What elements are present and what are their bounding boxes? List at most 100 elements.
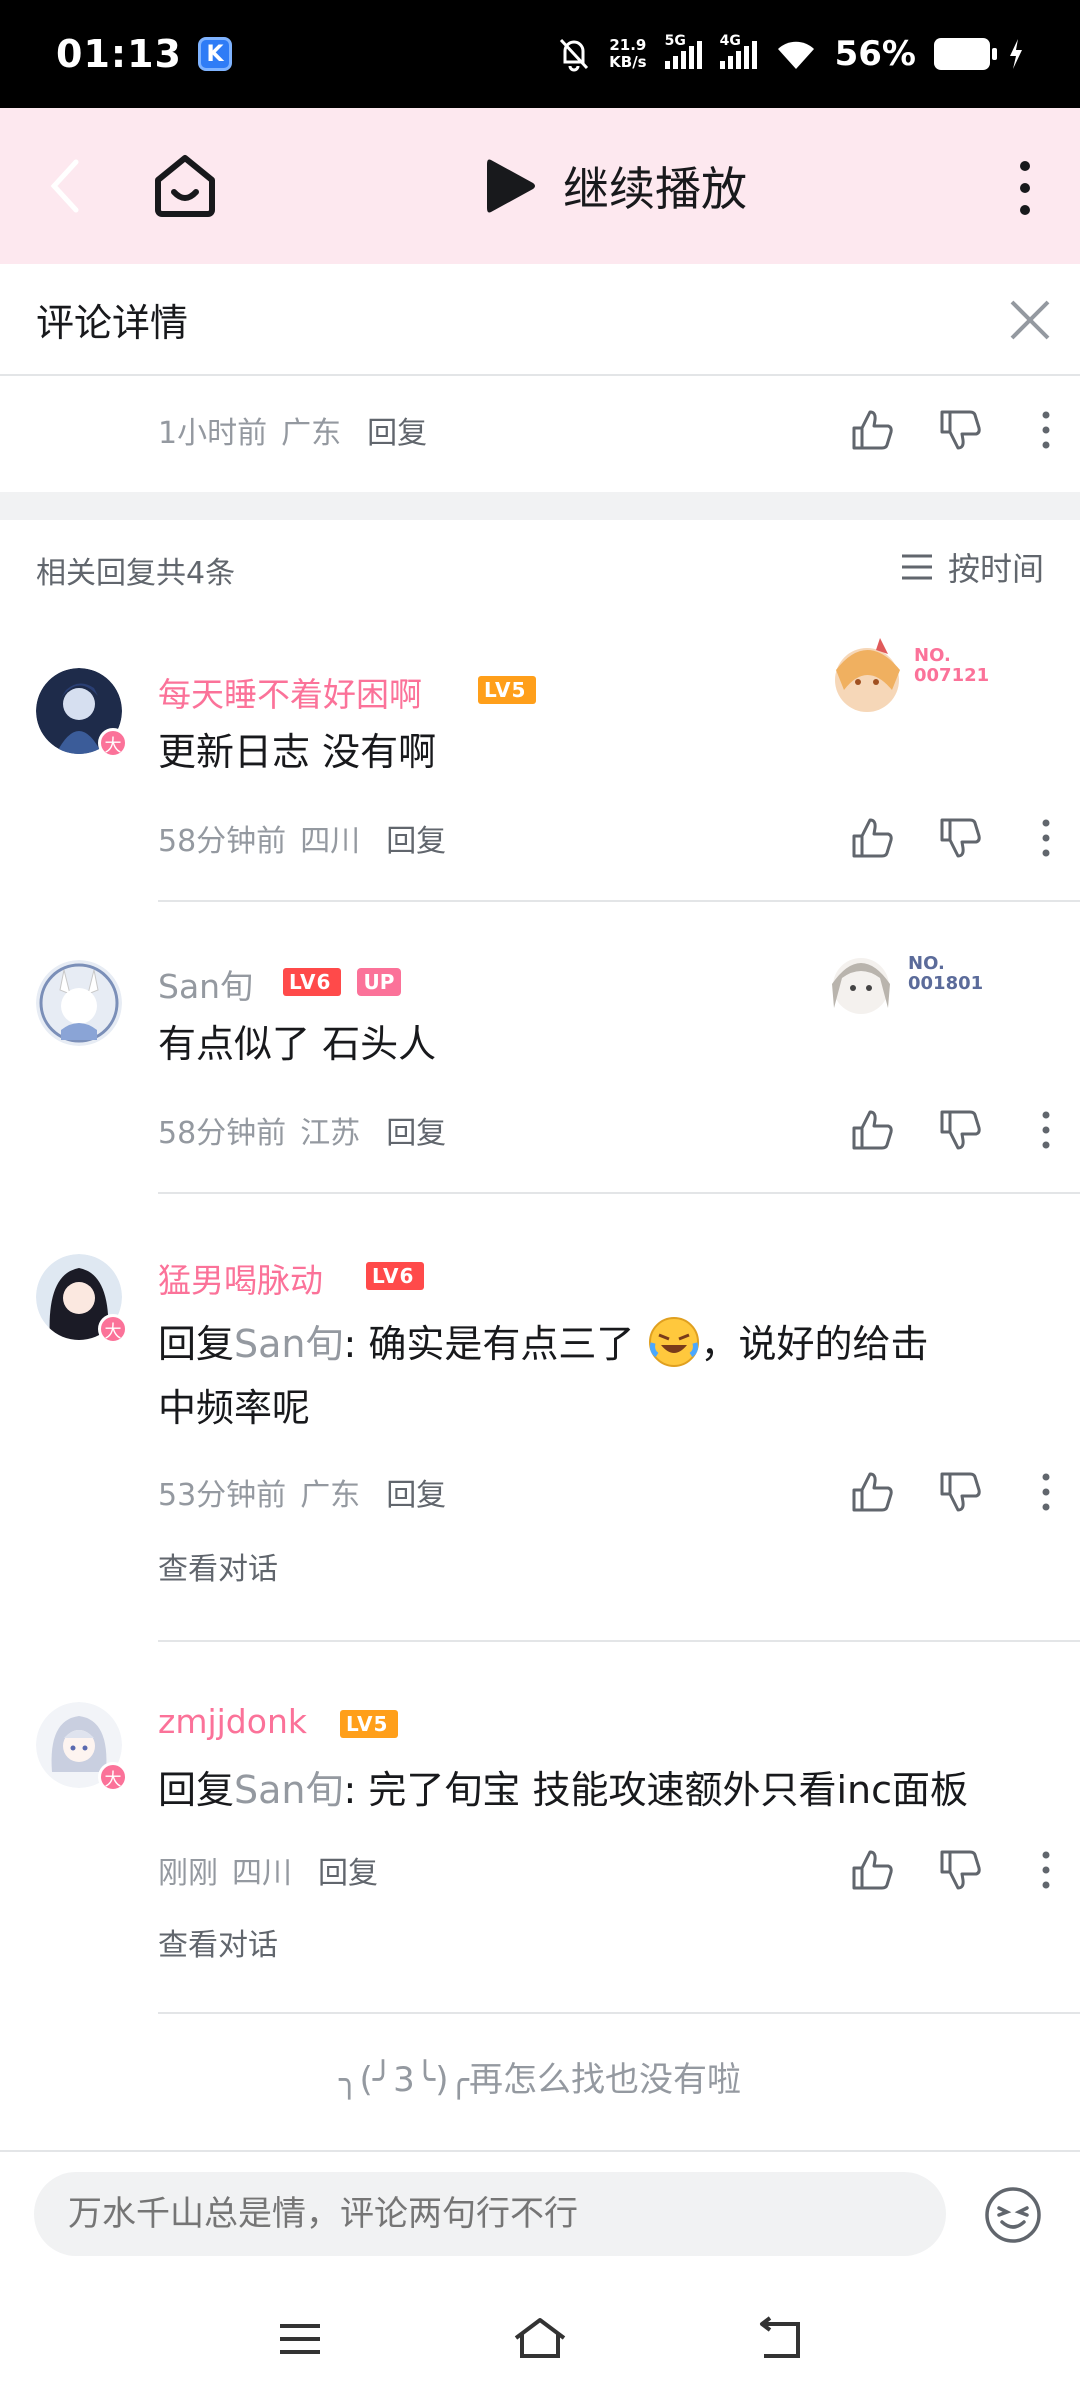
up-badge: UP <box>357 968 401 996</box>
app-notification-icon: K <box>197 37 232 71</box>
status-time: 01:13 <box>56 32 182 76</box>
reply-item: San旬 LV6 UP NO. 001801 有点似了 石头人 58分钟前 江苏… <box>0 952 1080 1194</box>
comment-detail-header: 评论详情 <box>0 264 1080 376</box>
reply-location: 广东 <box>300 1478 361 1513</box>
medal-number-prefix: NO. <box>908 953 945 974</box>
reply-text: 回复San旬: 确实是有点三了 ，说好的给击 中频率呢 <box>158 1312 1048 1440</box>
dislike-icon[interactable] <box>938 1470 982 1514</box>
like-icon[interactable] <box>850 816 894 860</box>
divider <box>158 1192 1080 1194</box>
avatar[interactable] <box>36 960 122 1046</box>
reply-location: 四川 <box>232 1856 292 1891</box>
level-badge: LV6 <box>283 968 341 996</box>
username[interactable]: 每天睡不着好困啊 <box>158 668 422 716</box>
view-conversation-link[interactable]: 查看对话 <box>158 1544 278 1588</box>
like-icon[interactable] <box>850 1470 894 1514</box>
vip-badge: 大 <box>98 1762 128 1792</box>
status-indicators: 21.9 KB/s 5G 4G 56% <box>557 33 1024 74</box>
network-speed-unit: KB/s <box>609 53 647 71</box>
divider <box>158 900 1080 902</box>
play-icon <box>487 159 535 213</box>
reply-button[interactable]: 回复 <box>386 1108 446 1152</box>
medal-number: NO. 007121 <box>914 646 989 686</box>
level-badge: LV5 <box>340 1710 398 1738</box>
parent-actions <box>850 400 1080 460</box>
medal-number-value: 001801 <box>908 973 984 994</box>
reply-text: 回复San旬: 完了旬宝 技能攻速额外只看inc面板 <box>158 1758 1048 1822</box>
username[interactable]: 猛男喝脉动 <box>158 1254 323 1302</box>
reply-text-body: : 完了旬宝 技能攻速额外只看inc面板 <box>343 1768 969 1812</box>
reply-meta: 58分钟前 四川 回复 <box>158 808 446 868</box>
reply-button[interactable]: 回复 <box>386 1470 446 1514</box>
more-options-icon[interactable] <box>1040 1850 1052 1890</box>
dislike-icon[interactable] <box>938 816 982 860</box>
comment-input[interactable] <box>34 2172 946 2256</box>
sim1-label: 5G <box>664 33 686 49</box>
menu-icon[interactable] <box>270 2314 330 2364</box>
level-badge: LV6 <box>366 1262 424 1290</box>
more-options-icon[interactable] <box>1040 410 1052 450</box>
reply-to-user[interactable]: San旬 <box>234 1322 344 1366</box>
parent-reply-button[interactable]: 回复 <box>367 408 427 452</box>
sort-by-time-button[interactable]: 按时间 <box>900 544 1044 590</box>
reply-time: 刚刚 <box>158 1856 218 1891</box>
more-options-icon[interactable] <box>1040 1472 1052 1512</box>
home-nav-icon[interactable] <box>510 2314 570 2364</box>
continue-play-button[interactable]: 继续播放 <box>485 148 747 224</box>
dislike-icon[interactable] <box>938 408 982 452</box>
view-conversation-link[interactable]: 查看对话 <box>158 1920 278 1964</box>
avatar-image <box>36 960 122 1046</box>
reply-prefix: 回复 <box>158 1322 235 1366</box>
avatar[interactable]: 大 <box>36 668 128 758</box>
signal-4g-icon: 4G <box>719 33 757 69</box>
reply-item: 大 猛男喝脉动 LV6 回复San旬: 确实是有点三了 ，说好的给击 中频率呢 … <box>0 1246 1080 1642</box>
like-icon[interactable] <box>850 1848 894 1892</box>
avatar[interactable]: 大 <box>36 1702 128 1792</box>
username[interactable]: zmjjdonk <box>158 1702 307 1741</box>
close-icon[interactable] <box>1004 294 1056 346</box>
back-arrow-icon[interactable] <box>46 158 86 214</box>
reply-location: 四川 <box>300 824 361 859</box>
level-badge: LV5 <box>478 676 536 704</box>
network-speed: 21.9 KB/s <box>609 37 646 71</box>
parent-location: 广东 <box>281 416 342 451</box>
divider <box>158 1640 1080 1642</box>
like-icon[interactable] <box>850 408 894 452</box>
charging-icon <box>1010 39 1022 69</box>
reply-to-user[interactable]: San旬 <box>234 1768 344 1812</box>
dislike-icon[interactable] <box>938 1848 982 1892</box>
replies-count: 相关回复共4条 <box>36 556 236 591</box>
username[interactable]: San旬 <box>158 960 253 1008</box>
more-options-icon[interactable] <box>1040 818 1052 858</box>
reply-actions <box>850 1100 1080 1160</box>
divider <box>158 2012 1080 2014</box>
reply-button[interactable]: 回复 <box>386 816 446 860</box>
emoji-icon[interactable] <box>984 2186 1042 2244</box>
dislike-icon[interactable] <box>938 1108 982 1152</box>
like-icon[interactable] <box>850 1108 894 1152</box>
reply-time: 53分钟前 <box>158 1478 287 1513</box>
continue-play-label: 继续播放 <box>563 162 747 216</box>
reply-time: 58分钟前 <box>158 824 287 859</box>
reply-meta: 58分钟前 江苏 回复 <box>158 1100 446 1160</box>
home-icon[interactable] <box>150 150 220 220</box>
medal-number-prefix: NO. <box>914 645 951 666</box>
reply-time: 58分钟前 <box>158 1116 287 1151</box>
reply-location: 江苏 <box>300 1116 361 1151</box>
back-nav-icon[interactable] <box>750 2314 810 2364</box>
more-options-icon[interactable] <box>1040 1110 1052 1150</box>
laughing-crying-emoji-icon <box>648 1317 699 1367</box>
reply-text: 有点似了 石头人 <box>158 1022 437 1066</box>
parent-comment-meta: 1小时前 广东 回复 <box>158 400 427 460</box>
reply-text-part2: ，说好的给击 <box>700 1322 929 1366</box>
status-bar: 01:13 K 21.9 KB/s 5G 4G 56% <box>0 0 1080 108</box>
medal-number-value: 007121 <box>914 665 990 686</box>
avatar[interactable]: 大 <box>36 1254 128 1344</box>
reply-button[interactable]: 回复 <box>318 1848 378 1892</box>
end-of-list-hint: ╮(╯3╰)╭再怎么找也没有啦 <box>338 2060 742 2100</box>
medal-number: NO. 001801 <box>908 954 983 994</box>
comment-input-bar <box>0 2150 1080 2280</box>
more-vertical-icon[interactable] <box>1010 158 1040 218</box>
reply-prefix: 回复 <box>158 1768 235 1812</box>
reply-actions <box>850 1840 1080 1900</box>
